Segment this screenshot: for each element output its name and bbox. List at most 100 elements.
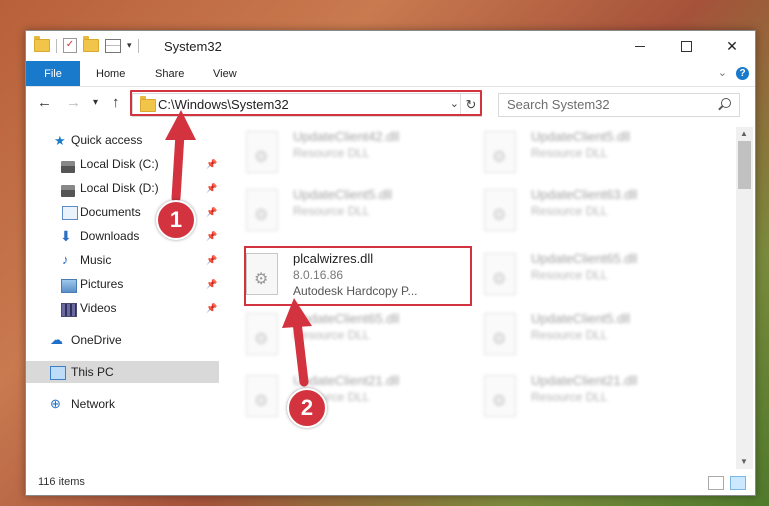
downloads-icon: ⬇ <box>60 228 72 244</box>
status-bar: 116 items <box>26 471 755 495</box>
file-explorer-window: ✓ ▾ System32 ✕ File Home Share View ⌄ ? … <box>25 30 756 496</box>
sidebar-item-pictures[interactable]: Pictures 📌 <box>26 273 219 295</box>
pin-icon[interactable]: 📌 <box>206 255 217 266</box>
sidebar-item-videos[interactable]: Videos 📌 <box>26 297 219 319</box>
dll-file-icon: ⚙ <box>484 375 516 417</box>
help-icon[interactable]: ? <box>736 67 749 80</box>
pin-icon[interactable]: 📌 <box>206 303 217 314</box>
file-item[interactable]: ⚙ UpdateClient42.dll Resource DLL <box>226 127 446 179</box>
sidebar-item-label: Documents <box>80 205 141 219</box>
file-item[interactable]: ⚙ UpdateClient21.dll Resource DLL <box>226 371 446 423</box>
file-name: UpdateClient21.dll <box>531 373 638 388</box>
scroll-up-icon[interactable]: ▲ <box>740 129 748 138</box>
sidebar-item-network[interactable]: ⊕ Network <box>26 393 219 415</box>
tab-file[interactable]: File <box>26 61 80 86</box>
star-icon: ★ <box>54 133 66 148</box>
customize-icon[interactable] <box>105 38 121 53</box>
ribbon-collapse-icon[interactable]: ⌄ <box>718 66 727 79</box>
file-name: UpdateClient65.dll <box>293 311 400 326</box>
sidebar-item-this-pc[interactable]: This PC <box>26 361 219 383</box>
ribbon-tabs: File Home Share View ⌄ ? <box>26 61 755 87</box>
file-description: Resource DLL <box>293 146 370 160</box>
sidebar-item-music[interactable]: ♪ Music 📌 <box>26 249 219 271</box>
tab-view[interactable]: View <box>213 61 237 86</box>
sidebar-item-local-disk-d[interactable]: Local Disk (D:) 📌 <box>26 177 219 199</box>
maximize-button[interactable] <box>663 31 709 61</box>
qat-dropdown-icon[interactable]: ▾ <box>127 40 132 51</box>
search-input[interactable]: Search System32 <box>507 97 610 112</box>
sidebar-item-label: Videos <box>80 301 117 315</box>
gear-icon: ⚙ <box>254 207 269 224</box>
new-folder-icon[interactable] <box>83 36 99 52</box>
folder-icon <box>34 36 50 52</box>
file-description: Resource DLL <box>531 390 608 404</box>
step-1-badge: 1 <box>156 200 196 240</box>
drive-icon <box>61 161 75 173</box>
file-item[interactable]: ⚙ UpdateClient65.dll Resource DLL <box>464 249 684 301</box>
gear-icon: ⚙ <box>254 331 269 348</box>
network-icon: ⊕ <box>50 396 61 411</box>
file-description: Resource DLL <box>293 328 370 342</box>
sidebar-item-quick-access[interactable]: ★ Quick access <box>26 129 219 151</box>
scroll-down-icon[interactable]: ▼ <box>740 457 748 466</box>
item-count: 116 items <box>38 476 85 488</box>
file-name: UpdateClient5.dll <box>531 129 631 144</box>
recent-locations-button[interactable]: ▾ <box>93 97 98 108</box>
file-name: UpdateClient63.dll <box>531 187 638 202</box>
minimize-button[interactable] <box>617 31 663 61</box>
details-view-icon[interactable] <box>708 476 724 490</box>
search-box[interactable]: Search System32 <box>498 93 740 117</box>
gear-icon: ⚙ <box>492 331 507 348</box>
dll-file-icon: ⚙ <box>484 131 516 173</box>
pin-icon[interactable]: 📌 <box>206 207 217 218</box>
pin-icon[interactable]: 📌 <box>206 279 217 290</box>
file-description: Resource DLL <box>531 146 608 160</box>
file-item[interactable]: ⚙ UpdateClient21.dll Resource DLL <box>464 371 684 423</box>
quick-access-toolbar: ✓ ▾ <box>34 36 139 53</box>
sidebar-item-label: Network <box>71 397 116 411</box>
file-description: Resource DLL <box>531 268 608 282</box>
vertical-scrollbar[interactable]: ▲ ▼ <box>736 127 753 469</box>
window-title: System32 <box>164 39 222 54</box>
pin-icon[interactable]: 📌 <box>206 159 217 170</box>
videos-icon <box>61 303 77 317</box>
file-item[interactable]: ⚙ UpdateClient65.dll Resource DLL <box>226 309 446 361</box>
pin-icon[interactable]: 📌 <box>206 231 217 242</box>
sidebar-item-onedrive[interactable]: ☁ OneDrive <box>26 329 219 351</box>
gear-icon: ⚙ <box>492 207 507 224</box>
file-item[interactable]: ⚙ UpdateClient63.dll Resource DLL <box>464 185 684 237</box>
forward-button[interactable]: → <box>66 94 81 111</box>
file-description: Resource DLL <box>531 328 608 342</box>
tab-share[interactable]: Share <box>155 61 184 86</box>
properties-check-icon[interactable]: ✓ <box>63 38 77 53</box>
pin-icon[interactable]: 📌 <box>206 183 217 194</box>
dll-file-icon: ⚙ <box>484 189 516 231</box>
drive-icon <box>61 185 75 197</box>
sidebar-item-label: Downloads <box>80 229 140 243</box>
dll-file-icon: ⚙ <box>246 189 278 231</box>
file-item[interactable]: ⚙ UpdateClient5.dll Resource DLL <box>464 309 684 361</box>
back-button[interactable]: ← <box>37 94 52 111</box>
up-button[interactable]: ↑ <box>112 94 120 111</box>
documents-icon <box>62 206 78 220</box>
navigation-bar: ← → ▾ ↑ C:\Windows\System32 ⌄ ↻ Search S… <box>26 87 755 119</box>
file-item[interactable]: ⚙ UpdateClient5.dll Resource DLL <box>464 127 684 179</box>
gear-icon: ⚙ <box>254 149 269 166</box>
step-2-badge: 2 <box>287 388 327 428</box>
search-icon[interactable] <box>721 98 731 108</box>
file-item[interactable]: ⚙ UpdateClient5.dll Resource DLL <box>226 185 446 237</box>
large-icons-view-icon[interactable] <box>730 476 746 490</box>
address-highlight-box <box>130 90 482 116</box>
tab-home[interactable]: Home <box>96 61 125 86</box>
dll-file-icon: ⚙ <box>484 313 516 355</box>
file-name: UpdateClient21.dll <box>293 373 400 388</box>
close-button[interactable]: ✕ <box>709 31 755 61</box>
scrollbar-thumb[interactable] <box>738 141 751 189</box>
file-description: Resource DLL <box>293 204 370 218</box>
file-highlight-box <box>244 246 472 306</box>
dll-file-icon: ⚙ <box>246 131 278 173</box>
file-name: UpdateClient65.dll <box>531 251 638 266</box>
file-description: Resource DLL <box>531 204 608 218</box>
sidebar-item-local-disk-c[interactable]: Local Disk (C:) 📌 <box>26 153 219 175</box>
sidebar-item-label: OneDrive <box>71 333 122 347</box>
